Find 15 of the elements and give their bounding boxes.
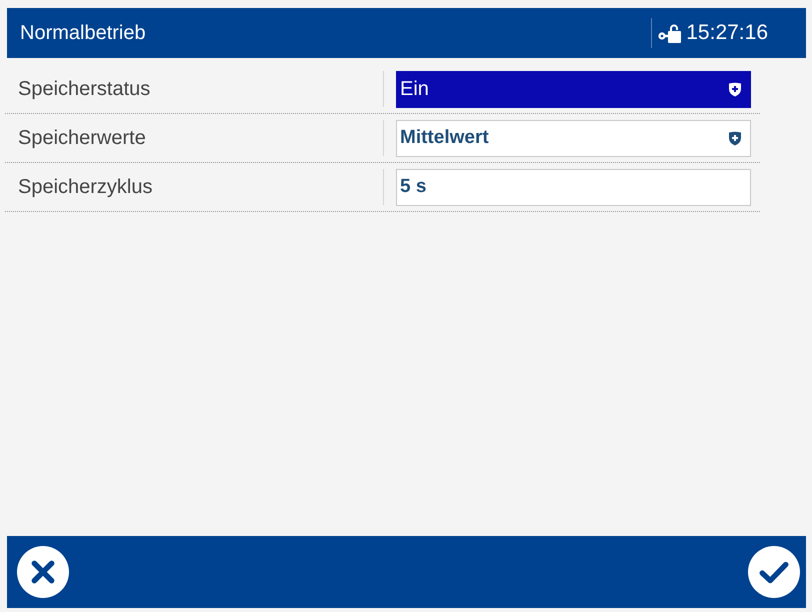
x-icon — [30, 559, 56, 585]
setting-label: Speicherzyklus — [18, 176, 153, 198]
input-field[interactable]: 5 s — [396, 168, 751, 206]
setting-label: Speicherwerte — [18, 126, 146, 150]
shield-icon — [728, 82, 742, 96]
check-icon — [759, 560, 789, 584]
dropdown[interactable]: Mittelwert — [396, 120, 751, 156]
confirm-button[interactable] — [748, 546, 800, 598]
window-title: Normalbetrieb — [20, 22, 146, 44]
lock-key-icon — [658, 23, 682, 43]
clock-time: 15:27:16 — [686, 21, 768, 45]
shield-icon — [728, 130, 742, 146]
setting-label: Speicherstatus — [18, 78, 150, 100]
cancel-button[interactable] — [17, 546, 69, 598]
dropdown[interactable]: Ein — [396, 70, 751, 108]
